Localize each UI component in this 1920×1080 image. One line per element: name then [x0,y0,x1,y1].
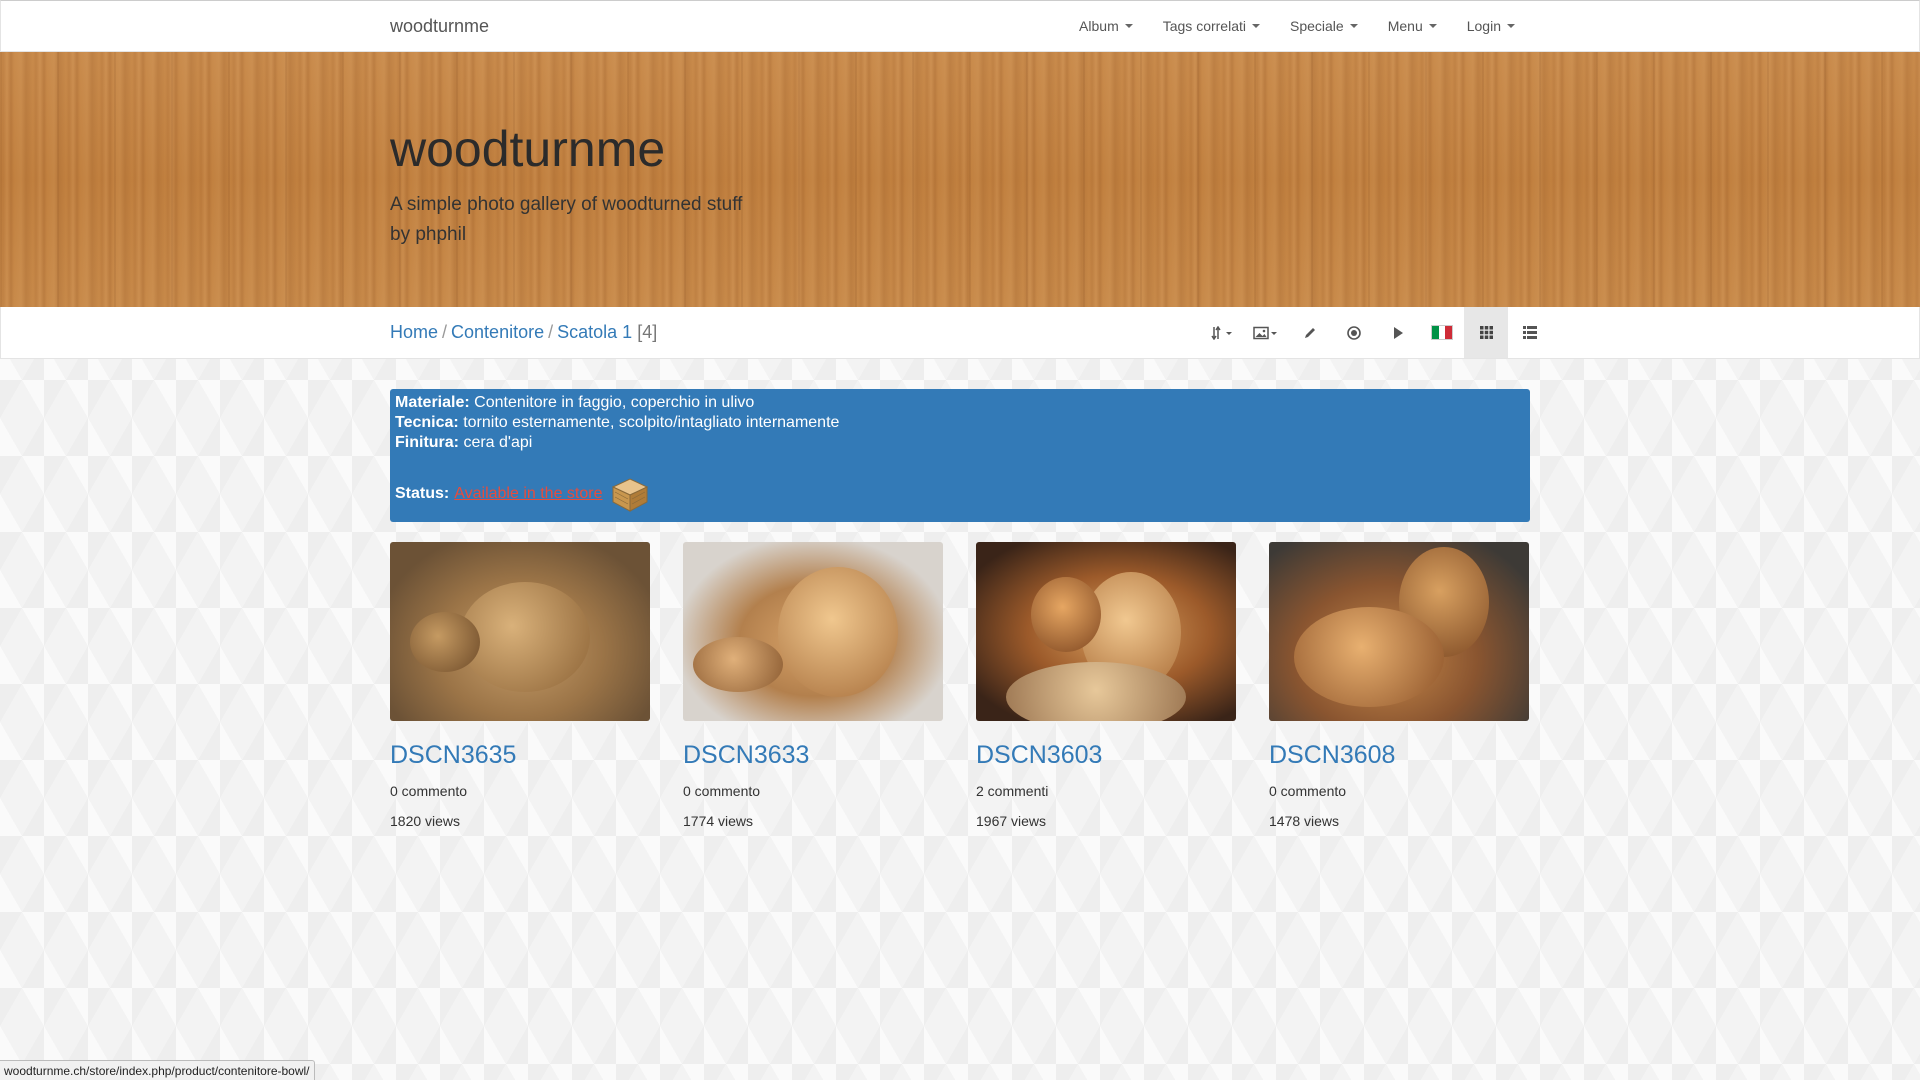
site-subtitle-line2: by phphil [390,224,467,245]
photo-thumbnail[interactable] [976,542,1236,721]
site-title: woodturnme [390,121,666,177]
materiale-label: Materiale: [395,394,470,411]
site-subtitle-line1: A simple photo gallery of woodturned stu… [390,194,743,215]
image-icon [1253,326,1277,339]
photo-title-link[interactable]: DSCN3608 [1269,741,1529,770]
grid-view-icon [1479,326,1493,339]
nav-tags-dropdown[interactable]: Tags correlati [1148,18,1275,34]
breadcrumb: Home / Contenitore / Scatola 1 [4] [390,322,657,343]
caret-down-icon [1252,24,1260,28]
breadcrumb-separator: / [548,322,554,342]
breadcrumb-separator: / [442,322,448,342]
photo-thumbnail[interactable] [390,542,650,721]
photo-card: DSCN3635 0 commento 1820 views [390,542,650,830]
tecnica-value: tornito esternamente, scolpito/intagliat… [463,414,840,431]
italy-flag-icon [1431,325,1453,340]
tecnica-line: Tecnica: tornito esternamente, scolpito/… [395,413,1525,433]
caret-down-icon [1349,24,1358,28]
sort-icon [1211,325,1232,340]
record-icon [1347,325,1361,340]
list-view-icon [1523,326,1537,339]
photo-comments: 0 commento [683,783,761,799]
photo-comments: 2 commenti [976,783,1049,799]
tecnica-label: Tecnica: [395,414,459,431]
wooden-box-icon[interactable] [609,473,651,515]
materiale-line: Materiale: Contenitore in faggio, coperc… [395,393,1525,413]
browser-status-url: woodturnme.ch/store/index.php/product/co… [0,1060,315,1080]
nav-album-label: Album [1079,18,1119,34]
record-button[interactable] [1332,307,1376,358]
store-link[interactable]: Available in the store [454,484,602,504]
photo-comments: 0 commento [390,783,468,799]
photo-thumbnail[interactable] [1269,542,1529,721]
finitura-value: cera d'api [463,434,533,451]
breadcrumb-scatola[interactable]: Scatola 1 [557,322,632,342]
album-description: Materiale: Contenitore in faggio, coperc… [390,389,1530,522]
status-label: Status: [395,485,450,502]
photo-card: DSCN3603 2 commenti 1967 views [976,542,1236,830]
main-content: Materiale: Contenitore in faggio, coperc… [390,389,1530,830]
view-toolbar [1200,307,1552,358]
nav-menu-label: Menu [1387,18,1423,34]
main-nav: Album Tags correlati Speciale Menu Login [1064,18,1530,34]
finitura-line: Finitura: cera d'api [395,433,1525,453]
list-view-button[interactable] [1508,307,1552,358]
nav-login-dropdown[interactable]: Login [1452,18,1530,34]
photo-views: 1478 views [1269,813,1340,829]
slideshow-button[interactable] [1376,307,1420,358]
nav-menu-dropdown[interactable]: Menu [1373,18,1452,34]
photo-views: 1967 views [976,813,1047,829]
photo-title-link[interactable]: DSCN3603 [976,741,1236,770]
materiale-value: Contenitore in faggio, coperchio in uliv… [474,394,755,411]
breadcrumb-bar: Home / Contenitore / Scatola 1 [4] [0,307,1920,359]
top-navbar: woodturnme Album Tags correlati Speciale… [0,0,1920,52]
photo-grid: DSCN3635 0 commento 1820 views DSCN3633 … [390,542,1530,830]
nav-speciale-dropdown[interactable]: Speciale [1275,18,1373,34]
header-banner: woodturnme A simple photo gallery of woo… [0,52,1920,307]
caret-down-icon [1428,24,1437,28]
photo-thumbnail[interactable] [683,542,943,721]
caret-down-icon [1507,24,1515,28]
photo-card: DSCN3608 0 commento 1478 views [1269,542,1529,830]
play-icon [1394,326,1403,339]
edit-button[interactable] [1288,307,1332,358]
breadcrumb-count: [4] [637,322,658,342]
breadcrumb-contenitore[interactable]: Contenitore [451,322,544,342]
finitura-label: Finitura: [395,434,459,451]
photo-comments: 0 commento [1269,783,1347,799]
site-subtitle: A simple photo gallery of woodturned stu… [390,190,1530,250]
grid-view-button[interactable] [1464,307,1508,358]
caret-down-icon [1124,24,1133,28]
pencil-icon [1305,327,1315,338]
nav-speciale-label: Speciale [1290,18,1344,34]
sort-button[interactable] [1200,307,1244,358]
photo-card: DSCN3633 0 commento 1774 views [683,542,943,830]
nav-login-label: Login [1466,18,1501,34]
nav-album-dropdown[interactable]: Album [1064,18,1148,34]
status-line: Status: Available in the store [395,473,1525,515]
nav-tags-label: Tags correlati [1162,18,1246,34]
breadcrumb-home[interactable]: Home [390,322,438,342]
photo-title-link[interactable]: DSCN3633 [683,741,943,770]
image-size-button[interactable] [1244,307,1288,358]
brand-link[interactable]: woodturnme [390,16,489,37]
photo-title-link[interactable]: DSCN3635 [390,741,650,770]
language-button[interactable] [1420,307,1464,358]
photo-views: 1774 views [683,813,754,829]
photo-views: 1820 views [390,813,461,829]
